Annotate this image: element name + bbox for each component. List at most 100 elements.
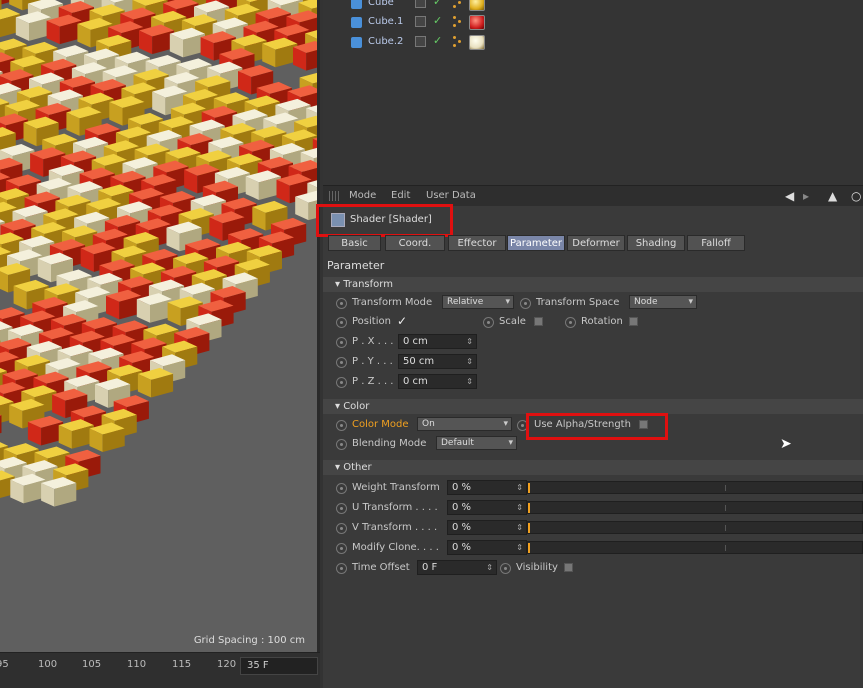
up-arrow-icon[interactable]: ▲	[828, 189, 837, 203]
tab-coord[interactable]: Coord.	[385, 235, 445, 251]
py-value: 50 cm	[403, 356, 435, 367]
tag-dots-icon	[453, 36, 463, 47]
clone-cube	[58, 419, 94, 449]
slider-knob[interactable]	[528, 503, 530, 513]
grip-icon[interactable]	[329, 191, 339, 201]
weight-transform-field[interactable]: 0 % ⇕	[447, 480, 527, 495]
slider-knob[interactable]	[528, 523, 530, 533]
mouse-cursor-icon: ➤	[780, 436, 792, 452]
layer-icon[interactable]	[415, 0, 426, 8]
position-checkbox[interactable]: ✓	[397, 314, 407, 328]
v-transform-slider[interactable]	[527, 521, 863, 534]
timeline[interactable]: 95 100 105 110 115 120 35 F	[0, 652, 320, 688]
slider-tick	[725, 545, 726, 551]
menu-mode[interactable]: Mode	[349, 190, 376, 201]
spinner-icon[interactable]: ⇕	[466, 335, 473, 348]
color-mode-label: Color Mode	[352, 419, 409, 430]
spinner-icon[interactable]: ⇕	[466, 355, 473, 368]
spinner-icon[interactable]: ⇕	[516, 541, 523, 554]
visibility-checkbox[interactable]	[564, 563, 573, 572]
rotation-radio[interactable]	[565, 317, 576, 328]
menu-edit[interactable]: Edit	[391, 190, 410, 201]
weight-transform-slider[interactable]	[527, 481, 863, 494]
u-transform-label: U Transform . . . .	[352, 502, 438, 513]
tab-shading[interactable]: Shading	[627, 235, 685, 251]
position-radio[interactable]	[336, 317, 347, 328]
v-transform-field[interactable]: 0 % ⇕	[447, 520, 527, 535]
color-mode-dropdown[interactable]: On	[417, 417, 512, 431]
transform-space-dropdown[interactable]: Node	[629, 295, 697, 309]
enabled-check-icon[interactable]: ✓	[433, 14, 442, 27]
spinner-icon[interactable]: ⇕	[516, 481, 523, 494]
transform-header-label: Transform	[343, 279, 393, 290]
spinner-icon[interactable]: ⇕	[486, 561, 493, 574]
pz-radio[interactable]	[336, 377, 347, 388]
weight-transform-radio[interactable]	[336, 483, 347, 494]
time-offset-field[interactable]: 0 F ⇕	[417, 560, 497, 575]
transform-space-radio[interactable]	[520, 298, 531, 309]
shader-object-title: Shader [Shader]	[328, 211, 450, 231]
transform-mode-radio[interactable]	[336, 298, 347, 309]
modify-clone-radio[interactable]	[336, 543, 347, 554]
tab-parameter[interactable]: Parameter	[507, 235, 565, 251]
visibility-radio[interactable]	[500, 563, 511, 574]
modify-clone-field[interactable]: 0 % ⇕	[447, 540, 527, 555]
pz-field[interactable]: 0 cm ⇕	[398, 374, 477, 389]
rotation-checkbox[interactable]	[629, 317, 638, 326]
forward-arrow-icon[interactable]: ▸	[803, 189, 809, 203]
object-row-cube[interactable]: Cube ✓	[323, 0, 863, 13]
layer-icon[interactable]	[415, 16, 426, 27]
v-transform-radio[interactable]	[336, 523, 347, 534]
slider-knob[interactable]	[528, 543, 530, 553]
cube-icon	[351, 37, 362, 48]
blending-mode-radio[interactable]	[336, 439, 347, 450]
object-row-cube-2[interactable]: Cube.2 ✓	[323, 33, 863, 52]
search-icon[interactable]: ○	[851, 189, 861, 203]
time-offset-radio[interactable]	[336, 563, 347, 574]
other-section-header[interactable]: ▾ Other	[323, 460, 863, 475]
tab-basic[interactable]: Basic	[328, 235, 381, 251]
color-mode-radio[interactable]	[336, 420, 347, 431]
slider-tick	[725, 505, 726, 511]
spinner-icon[interactable]: ⇕	[516, 501, 523, 514]
py-radio[interactable]	[336, 357, 347, 368]
blending-mode-dropdown[interactable]: Default	[436, 436, 517, 450]
slider-knob[interactable]	[528, 483, 530, 493]
py-field[interactable]: 50 cm ⇕	[398, 354, 477, 369]
3d-viewport[interactable]: Grid Spacing : 100 cm	[0, 0, 320, 652]
material-tag-icon[interactable]	[469, 35, 485, 50]
material-tag-icon[interactable]	[469, 15, 485, 30]
px-field[interactable]: 0 cm ⇕	[398, 334, 477, 349]
transform-section-header[interactable]: ▾ Transform	[323, 277, 863, 292]
scale-checkbox[interactable]	[534, 317, 543, 326]
weight-transform-label: Weight Transform	[352, 482, 440, 493]
spinner-icon[interactable]: ⇕	[466, 375, 473, 388]
enabled-check-icon[interactable]: ✓	[433, 0, 442, 8]
tab-falloff[interactable]: Falloff	[687, 235, 745, 251]
use-alpha-radio[interactable]	[517, 420, 528, 431]
layer-icon[interactable]	[415, 36, 426, 47]
spinner-icon[interactable]: ⇕	[516, 521, 523, 534]
timeline-tick: 105	[82, 659, 102, 670]
transform-mode-dropdown[interactable]: Relative	[442, 295, 514, 309]
menu-user-data[interactable]: User Data	[426, 190, 476, 201]
back-arrow-icon[interactable]: ◀	[785, 189, 794, 203]
enabled-check-icon[interactable]: ✓	[433, 34, 442, 47]
modify-clone-slider[interactable]	[527, 541, 863, 554]
blending-mode-label: Blending Mode	[352, 438, 427, 449]
current-frame-field[interactable]: 35 F	[240, 657, 318, 675]
cube-icon	[351, 0, 362, 9]
color-section-header[interactable]: ▾ Color	[323, 399, 863, 414]
scale-label: Scale	[499, 316, 526, 327]
u-transform-slider[interactable]	[527, 501, 863, 514]
px-radio[interactable]	[336, 337, 347, 348]
use-alpha-checkbox[interactable]	[639, 420, 648, 429]
scale-radio[interactable]	[483, 317, 494, 328]
rotation-label: Rotation	[581, 316, 623, 327]
object-row-cube-1[interactable]: Cube.1 ✓	[323, 13, 863, 32]
u-transform-radio[interactable]	[336, 503, 347, 514]
material-tag-icon[interactable]	[469, 0, 485, 11]
tab-deformer[interactable]: Deformer	[567, 235, 625, 251]
tab-effector[interactable]: Effector	[448, 235, 506, 251]
u-transform-field[interactable]: 0 % ⇕	[447, 500, 527, 515]
